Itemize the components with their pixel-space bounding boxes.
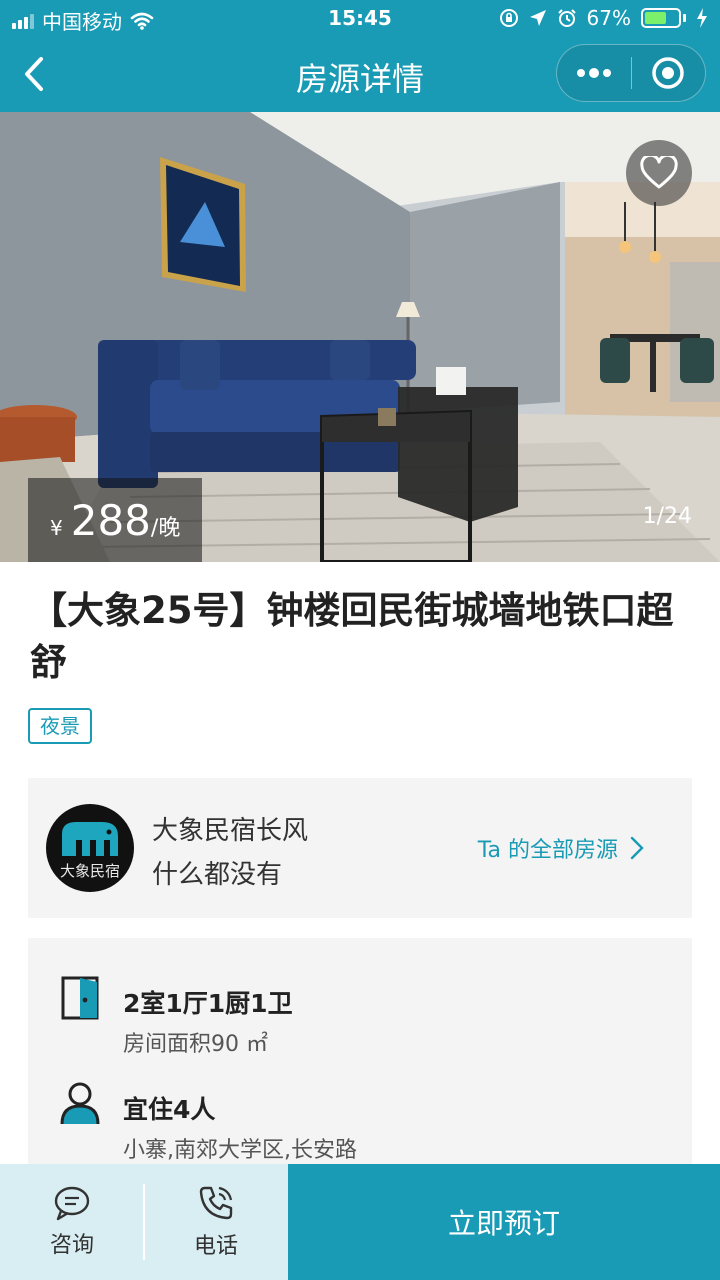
close-mini-program-button[interactable] bbox=[632, 45, 706, 101]
host-bio: 什么都没有 bbox=[152, 860, 283, 890]
listing-photo-carousel[interactable]: ¥ 288 /晚 1/24 bbox=[0, 112, 720, 562]
listing-title: 【大象25号】钟楼回民街城墙地铁口超舒 bbox=[30, 589, 674, 684]
battery-icon bbox=[641, 8, 686, 28]
consult-label: 咨询 bbox=[49, 1233, 94, 1258]
heart-icon bbox=[640, 156, 678, 189]
orientation-lock-icon bbox=[499, 9, 518, 27]
battery-percent: 67% bbox=[586, 6, 631, 30]
status-bar: 中国移动 15:45 67% bbox=[0, 0, 720, 36]
all-listings-label: Ta 的全部房源 bbox=[477, 838, 618, 863]
chevron-right-icon bbox=[630, 836, 644, 860]
feature-tag: 夜景 bbox=[28, 708, 92, 744]
favorite-button[interactable] bbox=[626, 140, 692, 206]
mini-program-capsule bbox=[556, 44, 706, 102]
nav-bar: 房源详情 bbox=[0, 36, 720, 112]
chat-bubble-icon bbox=[54, 1186, 90, 1221]
guests-icon bbox=[60, 1082, 100, 1125]
phone-label: 电话 bbox=[193, 1234, 238, 1259]
host-name: 大象民宿长风 bbox=[152, 816, 309, 846]
more-dots-icon bbox=[576, 68, 611, 78]
price-badge: ¥ 288 /晚 bbox=[28, 478, 203, 562]
status-right: 67% bbox=[499, 6, 708, 30]
target-circle-icon bbox=[652, 57, 684, 89]
door-icon bbox=[61, 976, 99, 1020]
avatar-logo-text: 大象民宿 bbox=[59, 862, 120, 880]
location-icon bbox=[529, 10, 546, 26]
phone-icon bbox=[199, 1186, 233, 1220]
price-currency: ¥ bbox=[50, 516, 63, 540]
all-listings-link[interactable]: Ta 的全部房源 bbox=[478, 832, 644, 864]
consult-button[interactable]: 咨询 bbox=[0, 1164, 144, 1280]
room-area: 房间面积90 ㎡ bbox=[123, 1032, 268, 1057]
alarm-icon bbox=[557, 9, 576, 27]
bottom-secondary-actions: 咨询 电话 bbox=[0, 1164, 288, 1280]
room-layout: 2室1厅1厨1卫 bbox=[123, 989, 293, 1018]
more-button[interactable] bbox=[557, 45, 631, 101]
phone-button[interactable]: 电话 bbox=[144, 1164, 288, 1280]
bottom-action-bar: 咨询 电话 立即预订 bbox=[0, 1164, 720, 1280]
host-card[interactable]: 大象民宿 大象民宿长风 什么都没有 Ta 的全部房源 bbox=[28, 778, 692, 918]
room-info-card: 2室1厅1厨1卫 房间面积90 ㎡ 宜住4人 小寨,南郊大学区,长安路 bbox=[28, 938, 692, 1178]
price-value: 288 bbox=[70, 496, 151, 545]
guest-capacity: 宜住4人 bbox=[123, 1095, 216, 1124]
price-unit: /晚 bbox=[150, 516, 181, 541]
photo-counter: 1/24 bbox=[642, 504, 692, 529]
host-avatar[interactable]: 大象民宿 bbox=[46, 804, 134, 892]
book-now-button[interactable]: 立即预订 bbox=[288, 1164, 720, 1280]
charging-icon bbox=[697, 8, 707, 28]
location-area: 小寨,南郊大学区,长安路 bbox=[123, 1138, 357, 1163]
